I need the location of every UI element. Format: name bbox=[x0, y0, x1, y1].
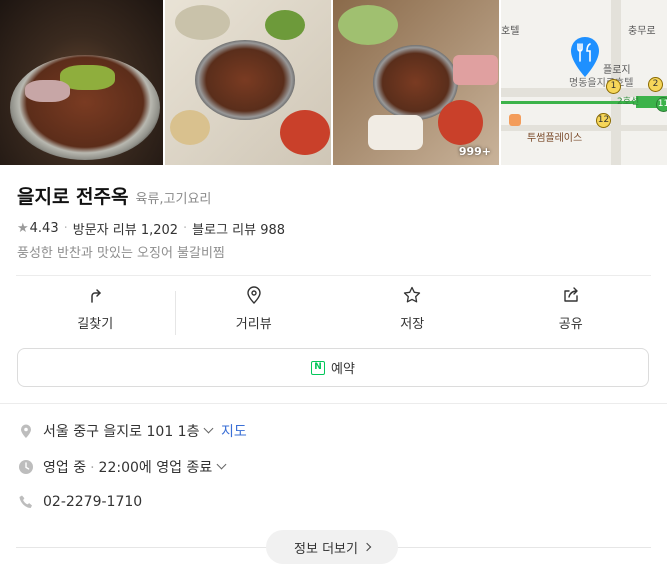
chevron-down-icon[interactable] bbox=[204, 423, 214, 434]
photo-count-badge[interactable]: 999+ bbox=[459, 145, 491, 158]
location-icon bbox=[21, 424, 31, 438]
address-row: 서울 중구 을지로 101 1층 지도 bbox=[18, 421, 247, 441]
map-thumbnail[interactable]: 호텔 플로지 명동을지로호텔 2호선 투썸플레이스 충무로 1 2 12 11 bbox=[501, 0, 667, 165]
plate-image bbox=[368, 115, 423, 150]
pork-belly-image bbox=[453, 55, 498, 85]
reserve-label: 예약 bbox=[331, 362, 355, 377]
directions-button[interactable]: 길찾기 bbox=[16, 285, 175, 337]
station-marker: 2 bbox=[648, 77, 663, 92]
cafe-icon bbox=[509, 114, 521, 126]
kimchi-image bbox=[280, 110, 330, 155]
place-description: 풍성한 반찬과 맛있는 오징어 불갈비찜 bbox=[17, 246, 225, 261]
review-stats: ★ 4.43 · 방문자 리뷰 1,202 · 블로그 리뷰 988 bbox=[17, 219, 285, 238]
star-outline-icon bbox=[404, 286, 421, 303]
station-marker: 1 bbox=[606, 79, 621, 94]
separator-dot: · bbox=[183, 221, 188, 236]
action-bar: 길찾기 거리뷰 저장 공유 bbox=[16, 285, 650, 337]
hours-row[interactable]: 영업 중 · 22:00에 영업 종료 bbox=[18, 457, 229, 477]
reserve-button[interactable]: N 예약 bbox=[17, 348, 649, 387]
divider bbox=[16, 275, 651, 276]
share-button[interactable]: 공유 bbox=[492, 285, 651, 337]
star-icon: ★ bbox=[17, 221, 29, 236]
side-dish-image bbox=[265, 10, 305, 40]
dish-image bbox=[195, 40, 295, 120]
section-divider bbox=[0, 403, 667, 404]
separator-dot: · bbox=[90, 460, 95, 476]
chevron-down-icon[interactable] bbox=[216, 459, 227, 470]
clock-icon bbox=[19, 460, 33, 474]
phone-number[interactable]: 02-2279-1710 bbox=[43, 494, 142, 510]
photo-1[interactable] bbox=[0, 0, 163, 165]
chevron-right-icon bbox=[362, 542, 372, 552]
map-label: 호텔 bbox=[501, 26, 520, 37]
photo-3[interactable]: 999+ bbox=[333, 0, 499, 165]
street-view-button[interactable]: 거리뷰 bbox=[175, 285, 334, 337]
rating-value: 4.43 bbox=[29, 221, 59, 236]
map-link[interactable]: 지도 bbox=[221, 424, 247, 440]
phone-icon bbox=[19, 495, 32, 508]
more-info-button[interactable]: 정보 더보기 bbox=[266, 530, 398, 564]
kimchi-image bbox=[438, 100, 483, 145]
map-label: 2호선 bbox=[617, 97, 640, 107]
closing-time: 22:00에 영업 종료 bbox=[98, 460, 213, 476]
naver-booking-icon: N bbox=[311, 360, 326, 375]
phone-row: 02-2279-1710 bbox=[18, 494, 142, 510]
place-category: 육류,고기요리 bbox=[135, 192, 212, 207]
map-label: 충무로 bbox=[628, 26, 656, 37]
street-view-label: 거리뷰 bbox=[235, 317, 272, 332]
directions-icon bbox=[91, 289, 101, 303]
save-label: 저장 bbox=[400, 317, 425, 332]
share-label: 공유 bbox=[558, 317, 583, 332]
place-name: 을지로 전주옥 bbox=[17, 186, 129, 208]
visitor-reviews-link[interactable]: 방문자 리뷰 1,202 bbox=[73, 219, 178, 238]
place-header: 을지로 전주옥 육류,고기요리 bbox=[17, 182, 211, 209]
location-pin-icon bbox=[247, 286, 261, 304]
side-dish-image bbox=[170, 110, 210, 145]
address-text: 서울 중구 을지로 101 1층 bbox=[43, 424, 200, 440]
map-label: 투썸플레이스 bbox=[527, 133, 583, 144]
more-info-label: 정보 더보기 bbox=[294, 541, 358, 557]
directions-label: 길찾기 bbox=[77, 317, 114, 332]
photo-strip: 999+ 호텔 플로지 명동을지로호텔 2호선 투썸플레이스 충무로 1 2 1… bbox=[0, 0, 667, 165]
station-marker: 11 bbox=[656, 97, 667, 112]
side-dish-image bbox=[338, 5, 398, 45]
blog-reviews-link[interactable]: 블로그 리뷰 988 bbox=[192, 219, 285, 238]
save-button[interactable]: 저장 bbox=[333, 285, 492, 337]
squid-image bbox=[25, 80, 70, 102]
share-icon bbox=[564, 287, 578, 302]
photo-2[interactable] bbox=[165, 0, 331, 165]
side-dish-image bbox=[175, 5, 230, 40]
restaurant-pin-icon bbox=[571, 37, 599, 77]
open-status: 영업 중 bbox=[43, 460, 87, 476]
action-divider bbox=[175, 291, 176, 335]
separator-dot: · bbox=[63, 221, 68, 236]
station-marker: 12 bbox=[596, 113, 611, 128]
